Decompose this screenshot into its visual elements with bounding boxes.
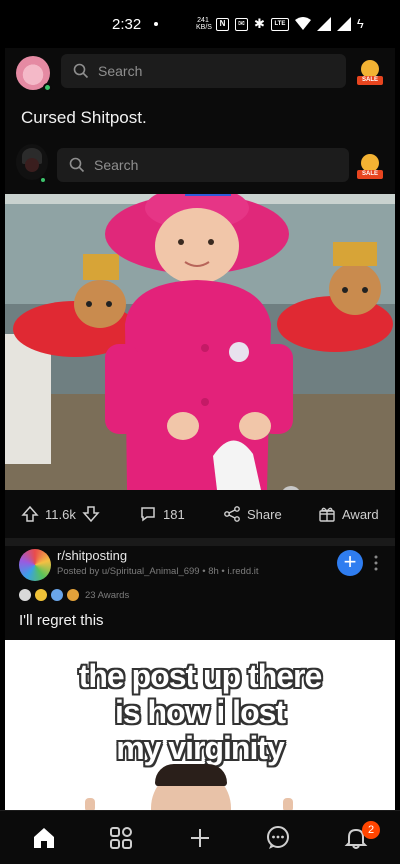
meme-text-line: is how i lost bbox=[114, 694, 286, 730]
wifi-icon bbox=[294, 17, 311, 30]
award-silver-icon bbox=[19, 589, 31, 601]
meme-text-line: my virginity bbox=[116, 730, 285, 766]
status-bar: 2:32 241 KB/S N ✉ ✱ LTE ϟ bbox=[0, 0, 400, 48]
share-icon bbox=[224, 506, 240, 522]
vote-group: 11.6k bbox=[21, 504, 100, 524]
post-divider bbox=[5, 538, 395, 546]
award-icon bbox=[319, 507, 335, 522]
post-meta: Posted by u/Spiritual_Animal_699 • 8h • … bbox=[57, 566, 259, 577]
status-time: 2:32 bbox=[112, 16, 142, 33]
bottom-nav: 2 bbox=[0, 810, 400, 864]
online-indicator bbox=[43, 83, 52, 92]
comments-button[interactable]: 181 bbox=[139, 504, 185, 524]
inner-online-indicator bbox=[39, 176, 47, 184]
inner-header: Search SALE bbox=[5, 144, 395, 194]
post-title[interactable]: Cursed Shitpost. bbox=[21, 108, 147, 128]
network-speed: 241 KB/S bbox=[196, 17, 212, 31]
signal-icon bbox=[316, 17, 331, 31]
premium-sale-icon[interactable]: SALE bbox=[355, 58, 385, 88]
communities-icon[interactable] bbox=[108, 825, 134, 851]
meme-hair bbox=[155, 764, 227, 786]
inner-avatar[interactable] bbox=[16, 144, 48, 180]
create-icon[interactable] bbox=[187, 825, 213, 851]
status-icons: 241 KB/S N ✉ ✱ LTE ϟ bbox=[196, 15, 364, 33]
upvote-icon[interactable] bbox=[21, 505, 39, 523]
inner-premium-sale-icon[interactable]: SALE bbox=[355, 152, 385, 182]
more-options-icon[interactable] bbox=[373, 554, 379, 572]
comment-count: 181 bbox=[163, 506, 185, 522]
post-title[interactable]: I'll regret this bbox=[19, 612, 104, 629]
meme-hand bbox=[283, 798, 293, 810]
inbox-badge: 2 bbox=[362, 821, 380, 839]
bluetooth-icon: ✱ bbox=[254, 16, 265, 31]
search-placeholder: Search bbox=[98, 63, 143, 79]
image-loading-bar bbox=[185, 194, 231, 196]
post-image-illustration bbox=[5, 194, 395, 490]
awards-count: 23 Awards bbox=[85, 589, 130, 601]
inner-search-input[interactable]: Search bbox=[57, 148, 349, 182]
award-label: Award bbox=[342, 506, 379, 522]
post-action-bar: 11.6k 181 Share Award bbox=[5, 490, 395, 538]
nfc-icon: N bbox=[216, 17, 229, 31]
award-button[interactable]: Award bbox=[318, 504, 379, 524]
upvote-count: 11.6k bbox=[45, 506, 76, 522]
face-shape bbox=[25, 158, 39, 172]
join-button[interactable]: + bbox=[337, 550, 363, 576]
awards-row[interactable]: 23 Awards bbox=[19, 588, 129, 602]
award-wholesome-icon bbox=[35, 589, 47, 601]
award-helpful-icon bbox=[51, 589, 63, 601]
charging-icon: ϟ bbox=[356, 16, 364, 31]
sale-tag: SALE bbox=[357, 76, 383, 85]
share-label: Share bbox=[247, 506, 282, 522]
home-icon[interactable] bbox=[31, 825, 57, 851]
meme-hand bbox=[85, 798, 95, 810]
subreddit-name[interactable]: r/shitposting bbox=[57, 548, 127, 563]
downvote-icon[interactable] bbox=[82, 505, 100, 523]
top-header: Search SALE bbox=[5, 48, 395, 98]
subreddit-avatar[interactable] bbox=[19, 549, 51, 581]
comment-icon bbox=[141, 507, 155, 522]
notification-icon: ✉ bbox=[235, 17, 248, 31]
post-image[interactable] bbox=[5, 194, 395, 490]
status-dot bbox=[154, 22, 158, 26]
share-button[interactable]: Share bbox=[223, 504, 282, 524]
search-icon bbox=[69, 157, 85, 173]
app-frame: Search SALE Cursed Shitpost. Search SALE bbox=[5, 48, 395, 810]
search-icon bbox=[73, 63, 89, 79]
inner-sale-tag: SALE bbox=[357, 170, 383, 179]
search-input[interactable]: Search bbox=[61, 54, 346, 88]
volte-icon: LTE bbox=[270, 17, 289, 31]
inner-search-placeholder: Search bbox=[94, 157, 139, 173]
award-gold-icon bbox=[67, 589, 79, 601]
chat-icon[interactable] bbox=[265, 825, 291, 851]
signal-icon bbox=[336, 17, 351, 31]
meme-text-line: the post up there bbox=[78, 658, 323, 694]
meme-image[interactable]: the post up there is how i lost my virgi… bbox=[5, 640, 395, 810]
